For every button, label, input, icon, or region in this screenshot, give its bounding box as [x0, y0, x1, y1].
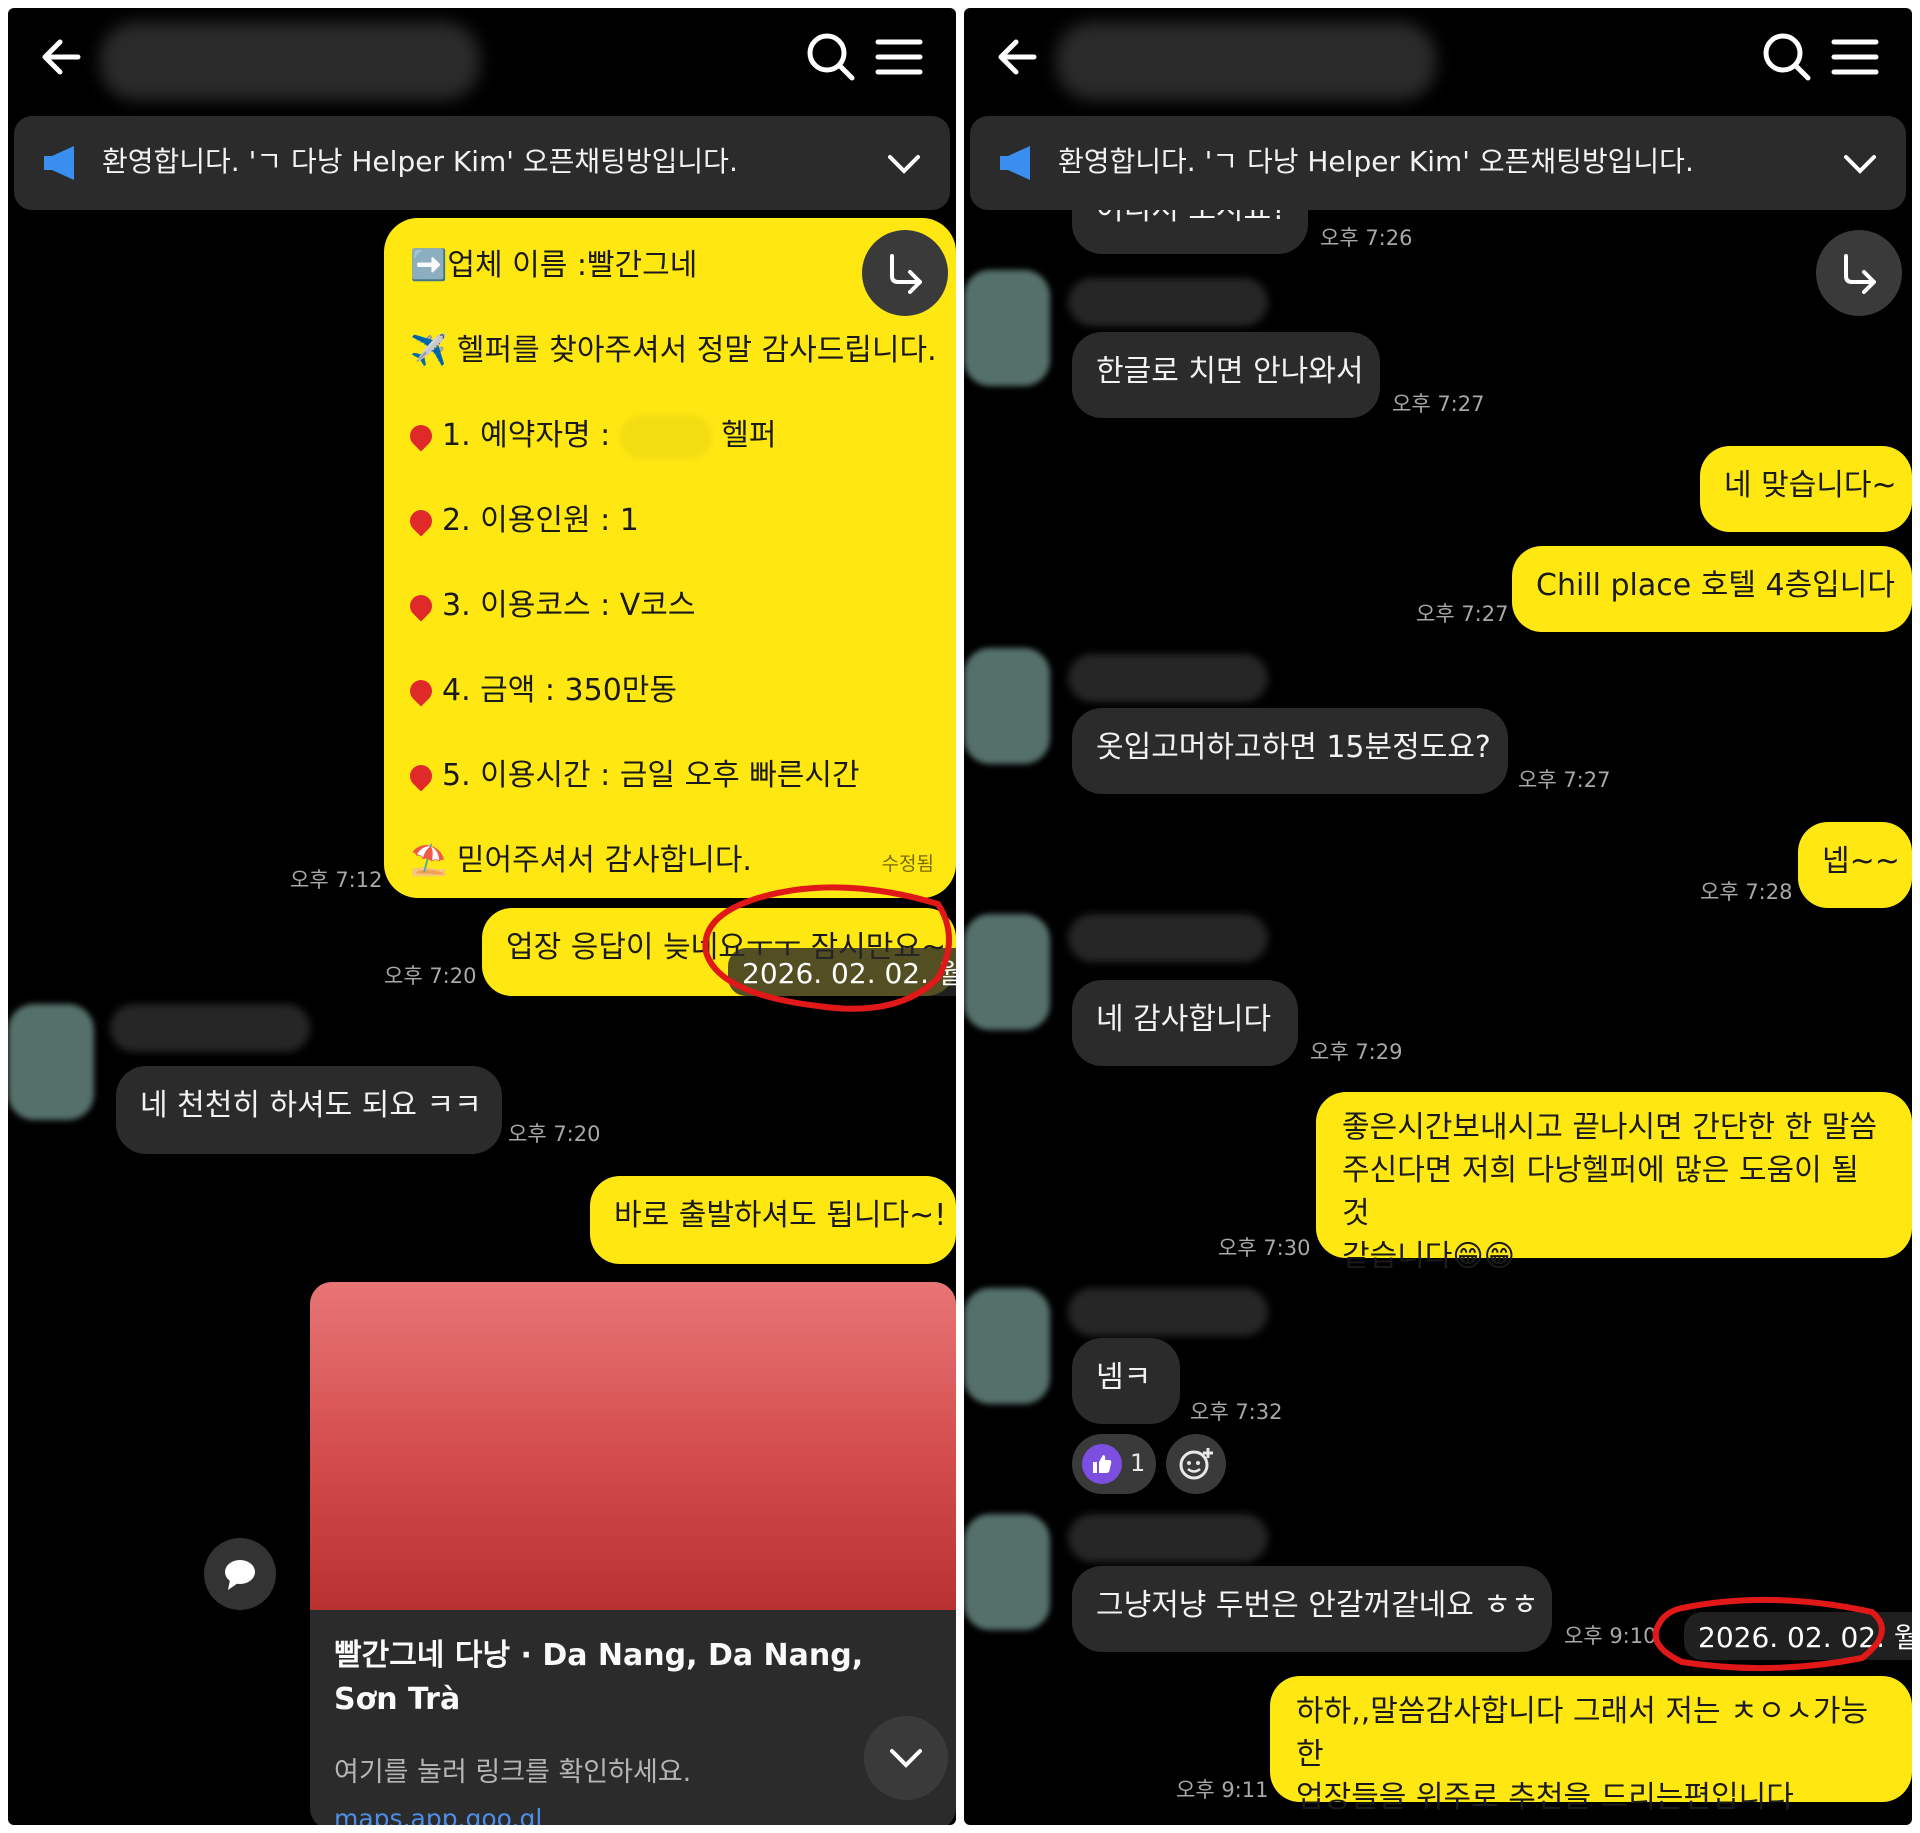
sender-name-redacted [110, 1004, 310, 1052]
avatar[interactable] [964, 648, 1050, 764]
top-bar [964, 8, 1912, 114]
my-message-bubble[interactable]: Chill place 호텔 4층입니다 [1512, 546, 1912, 632]
card-line-closing: ⛱️ 믿어주셔서 감사합니다. [410, 843, 752, 878]
chat-room-title-redacted [1056, 22, 1436, 100]
thumbs-up-icon [1082, 1444, 1122, 1484]
pin-icon [405, 505, 437, 537]
comment-button[interactable] [204, 1538, 276, 1610]
link-url[interactable]: maps.app.goo.gl [334, 1804, 542, 1825]
top-bar [8, 8, 956, 114]
chevron-down-icon[interactable] [1840, 144, 1880, 184]
chat-bubble-icon [225, 1560, 255, 1590]
add-reaction-button[interactable] [1166, 1434, 1226, 1494]
pin-icon [405, 590, 437, 622]
avatar[interactable] [964, 1288, 1050, 1404]
notice-text: 환영합니다. 'ㄱ 다낭 Helper Kim' 오픈채팅방입니다. [102, 145, 738, 178]
pin-icon [405, 420, 437, 452]
search-icon[interactable] [1752, 22, 1822, 92]
share-button[interactable] [862, 230, 948, 316]
other-message-bubble[interactable]: 한글로 치면 안나와서 [1072, 332, 1380, 418]
sender-name-redacted [1068, 278, 1268, 326]
message-time: 오후 9:11 [1176, 1778, 1269, 1802]
notice-banner[interactable]: 환영합니다. 'ㄱ 다낭 Helper Kim' 오픈채팅방입니다. [970, 116, 1906, 210]
date-overlay: 2026. 02. 02. 월 [1684, 1612, 1912, 1660]
sender-name-redacted [1068, 654, 1268, 702]
message-time: 오후 7:27 [1518, 768, 1611, 792]
megaphone-icon [44, 146, 74, 180]
add-reaction-icon [1179, 1448, 1213, 1480]
other-message-bubble[interactable]: 네 천천히 하셔도 되요 ㅋㅋ [116, 1066, 502, 1154]
link-title: 빨간그네 다낭 · Da Nang, Da Nang, Sơn Trà [334, 1638, 864, 1717]
message-time: 오후 7:29 [1310, 1040, 1403, 1064]
message-time: 오후 7:27 [1392, 392, 1485, 416]
card-line-course: 3. 이용코스 : V코스 [405, 580, 695, 624]
chevron-down-icon[interactable] [884, 144, 924, 184]
message-time: 오후 7:30 [1218, 1236, 1311, 1260]
message-time: 오후 7:20 [384, 964, 477, 988]
search-icon[interactable] [796, 22, 866, 92]
share-button[interactable] [1816, 230, 1902, 316]
message-time: 오후 7:12 [290, 868, 383, 892]
back-arrow-icon[interactable] [28, 22, 98, 92]
expand-button[interactable] [864, 1716, 948, 1800]
sender-name-redacted [1068, 914, 1268, 962]
card-line-price: 4. 금액 : 350만동 [405, 665, 677, 709]
avatar[interactable] [8, 1004, 94, 1120]
back-arrow-icon[interactable] [984, 22, 1054, 92]
edited-label: 수정됨 [881, 853, 934, 875]
avatar[interactable] [964, 270, 1050, 386]
my-message-bubble[interactable]: 좋은시간보내시고 끝나시면 간단한 한 말씀 주신다면 저희 다낭헬퍼에 많은 … [1316, 1092, 1912, 1274]
message-time: 오후 7:26 [1320, 226, 1413, 250]
message-time: 오후 7:27 [1416, 602, 1509, 626]
chat-screen-right: 환영합니다. 'ㄱ 다낭 Helper Kim' 오픈채팅방입니다. 어디서 오… [964, 8, 1912, 1825]
name-redaction [619, 414, 712, 459]
my-message-bubble[interactable]: 네 맞습니다~ [1700, 446, 1912, 532]
other-message-bubble[interactable]: 넴ㅋ [1072, 1338, 1180, 1424]
reaction-count: 1 [1130, 1449, 1146, 1477]
other-message-bubble[interactable]: 네 감사합니다 [1072, 980, 1298, 1066]
share-arrow-icon [1844, 254, 1876, 294]
link-subtitle: 여기를 눌러 링크를 확인하세요. [334, 1757, 692, 1788]
sender-name-redacted [1068, 1514, 1268, 1562]
map-link-card[interactable]: 빨간그네 다낭 · Da Nang, Da Nang, Sơn Trà 여기를 … [310, 1282, 956, 1825]
card-line-thanks: ✈️ 헬퍼를 찾아주셔서 정말 감사드립니다. [410, 333, 937, 368]
like-reaction[interactable]: 1 [1072, 1434, 1156, 1494]
menu-icon[interactable] [864, 22, 934, 92]
message-time: 오후 7:32 [1190, 1400, 1283, 1424]
notice-text: 환영합니다. 'ㄱ 다낭 Helper Kim' 오픈채팅방입니다. [1058, 145, 1694, 178]
other-message-bubble[interactable]: 그냥저냥 두번은 안갈꺼같네요 ㅎㅎ [1072, 1566, 1552, 1652]
message-time: 오후 7:20 [508, 1122, 601, 1146]
date-overlay: 2026. 02. 02. 월 [728, 948, 956, 996]
reservation-card: ➡️업체 이름 :빨간그네 ✈️ 헬퍼를 찾아주셔서 정말 감사드립니다. 1.… [384, 218, 956, 898]
venue-photo [310, 1282, 956, 1610]
my-message-bubble[interactable]: 바로 출발하셔도 됩니다~! [590, 1176, 956, 1264]
card-line-time: 5. 이용시간 : 금일 오후 빠른시간 [405, 750, 860, 794]
pin-icon [405, 675, 437, 707]
my-message-bubble[interactable]: 넵~~ [1798, 822, 1912, 908]
share-arrow-icon [890, 254, 922, 294]
message-time: 오후 9:10 [1564, 1624, 1657, 1648]
card-line-company: ➡️업체 이름 :빨간그네 [410, 248, 698, 283]
card-line-people: 2. 이용인원 : 1 [405, 495, 639, 539]
avatar[interactable] [964, 1514, 1050, 1630]
menu-icon[interactable] [1820, 22, 1890, 92]
pin-icon [405, 760, 437, 792]
chat-room-title-redacted [100, 22, 480, 100]
message-time: 오후 7:28 [1700, 880, 1793, 904]
sender-name-redacted [1068, 1288, 1268, 1336]
chat-screen-left: 환영합니다. 'ㄱ 다낭 Helper Kim' 오픈채팅방입니다. ➡️업체 … [8, 8, 956, 1825]
avatar[interactable] [964, 914, 1050, 1030]
notice-banner[interactable]: 환영합니다. 'ㄱ 다낭 Helper Kim' 오픈채팅방입니다. [14, 116, 950, 210]
chevron-down-icon [890, 1749, 922, 1768]
card-line-reserver: 1. 예약자명 : 헬퍼 [405, 410, 777, 459]
my-message-bubble[interactable]: 하하,,말씀감사합니다 그래서 저는 ㅊㅇㅅ가능한 업장들을 위주로 추천을 드… [1270, 1676, 1912, 1815]
megaphone-icon [1000, 146, 1030, 180]
other-message-bubble[interactable]: 옷입고머하고하면 15분정도요? [1072, 708, 1508, 794]
